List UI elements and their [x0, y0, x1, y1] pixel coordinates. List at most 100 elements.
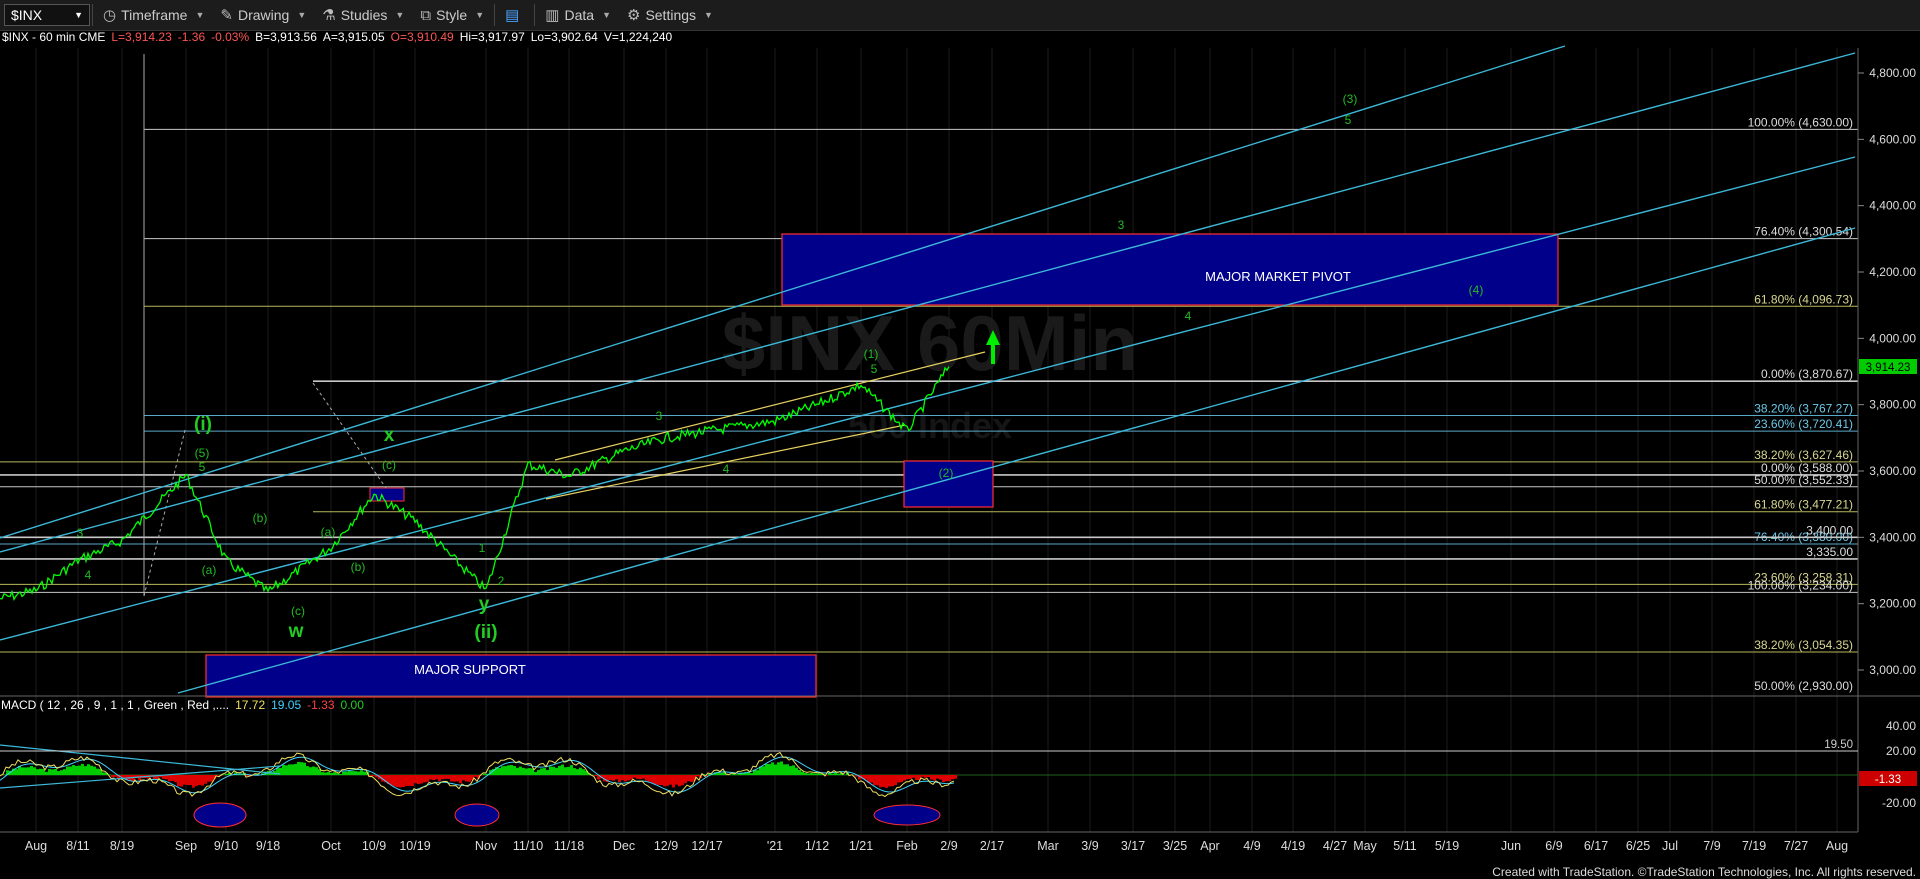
macd-histogram-bar	[225, 773, 228, 775]
x-tick-label: Feb	[896, 839, 918, 853]
macd-histogram-bar	[900, 775, 903, 783]
macd-histogram-bar	[420, 775, 423, 784]
macd-histogram-bar	[768, 764, 771, 775]
macd-histogram-bar	[216, 775, 219, 776]
macd-histogram-bar	[636, 775, 639, 779]
macd-histogram-bar	[372, 775, 375, 776]
macd-histogram-bar	[627, 775, 630, 781]
wave-label: (3)	[1343, 92, 1358, 106]
macd-histogram-bar	[465, 775, 468, 782]
macd-histogram-bar	[555, 767, 558, 775]
macd-histogram-bar	[399, 775, 402, 788]
macd-histogram-bar	[327, 771, 330, 775]
macd-histogram-bar	[27, 767, 30, 775]
macd-histogram-bar	[210, 775, 213, 782]
major-support-label: MAJOR SUPPORT	[414, 662, 526, 677]
y-tick-label: 3,800.00	[1869, 398, 1916, 412]
macd-histogram-bar	[93, 766, 96, 775]
macd-histogram-bar	[720, 772, 723, 775]
y-tick-label: 4,200.00	[1869, 265, 1916, 279]
y-tick-label: 3,200.00	[1869, 597, 1916, 611]
macd-histogram-bar	[780, 761, 783, 775]
macd-histogram-bar	[735, 774, 738, 775]
macd-histogram-bar	[444, 775, 447, 779]
macd-histogram-bar	[303, 762, 306, 775]
x-tick-label: May	[1353, 839, 1377, 853]
macd-histogram-bar	[750, 773, 753, 775]
wave-label: 3	[656, 409, 663, 423]
macd-histogram-bar	[195, 775, 198, 786]
wave-label: y	[479, 594, 490, 615]
macd-axis-label: 40.00	[1886, 719, 1916, 733]
x-tick-label: 1/21	[849, 839, 873, 853]
macd-histogram-bar	[657, 775, 660, 785]
macd-histogram-bar	[819, 773, 822, 775]
macd-histogram-bar	[876, 775, 879, 786]
x-tick-label: Nov	[475, 839, 498, 853]
macd-histogram-bar	[645, 775, 648, 781]
macd-title: MACD ( 12 , 26 , 9 , 1 , 1 , Green , Red…	[1, 698, 230, 712]
macd-histogram-bar	[954, 775, 957, 779]
y-tick-label: 4,800.00	[1869, 66, 1916, 80]
macd-value: 17.72	[235, 698, 266, 712]
macd-histogram-bar	[39, 768, 42, 775]
fib-level-label: 38.20% (3,054.35)	[1754, 638, 1853, 652]
x-tick-label: 3/17	[1121, 839, 1145, 853]
macd-histogram-bar	[291, 764, 294, 775]
macd-histogram-bar	[414, 775, 417, 784]
wave-label: (i)	[194, 414, 212, 435]
y-tick-label: 4,400.00	[1869, 199, 1916, 213]
macd-histogram-bar	[666, 775, 669, 786]
price-chart[interactable]: $INX 60Min 500 Index 100.00% (4,630.00) 7…	[0, 0, 1920, 879]
macd-histogram-bar	[906, 775, 909, 780]
macd-signal: 19.05	[271, 698, 302, 712]
macd-histogram-bar	[924, 775, 927, 778]
channel-line-inner	[0, 156, 1856, 641]
macd-histogram-bar	[165, 775, 168, 780]
macd-histogram-bar	[567, 766, 570, 775]
footer-credit: Created with TradeStation. ©TradeStation…	[1492, 865, 1916, 879]
macd-histogram-bar	[885, 775, 888, 788]
macd-histogram-bar	[36, 769, 39, 775]
macd-histogram-bar	[678, 775, 681, 787]
y-tick-label: 3,400.00	[1869, 530, 1916, 544]
macd-histogram-bar	[3, 774, 6, 775]
x-tick-label: 10/19	[399, 839, 430, 853]
price-series-line	[0, 366, 950, 601]
macd-histogram-bar	[663, 775, 666, 787]
macd-histogram-bar	[180, 775, 183, 787]
macd-histogram-bar	[573, 768, 576, 775]
macd-histogram-bar	[498, 767, 501, 775]
macd-histogram-bar	[201, 775, 204, 786]
macd-histogram-bar	[174, 775, 177, 783]
fib-level-label: 100.00% (4,630.00)	[1748, 115, 1853, 129]
macd-histogram-bar	[168, 775, 171, 782]
macd-histogram-bar	[870, 775, 873, 783]
macd-histogram-bar	[915, 775, 918, 781]
macd-histogram-bar	[315, 767, 318, 775]
macd-histogram-bar	[63, 769, 66, 775]
macd-histogram-bar	[570, 765, 573, 775]
x-tick-label: '21	[767, 839, 783, 853]
macd-histogram-bar	[474, 775, 477, 777]
macd-histogram-bar	[927, 775, 930, 778]
macd-histogram-bar	[795, 767, 798, 775]
macd-histogram-bar	[324, 772, 327, 775]
wave-label: (5)	[195, 446, 210, 460]
macd-histogram-bar	[393, 775, 396, 787]
macd-histogram-bar	[648, 775, 651, 782]
x-tick-label: 4/27	[1323, 839, 1347, 853]
macd-histogram-bar	[564, 767, 567, 775]
macd-histogram-bar	[312, 766, 315, 775]
macd-axis-label: -20.00	[1882, 796, 1916, 810]
x-tick-label: 11/18	[554, 839, 584, 853]
fib-level-label: 0.00% (3,870.67)	[1761, 367, 1853, 381]
macd-histogram-bar	[333, 772, 336, 775]
macd-histogram-bar	[357, 771, 360, 775]
macd-histogram-bar	[642, 775, 645, 779]
macd-histogram-bar	[813, 773, 816, 775]
macd-histogram-bar	[177, 775, 180, 787]
macd-histogram-bar	[546, 770, 549, 775]
x-tick-label: Jun	[1501, 839, 1521, 853]
x-tick-label: Apr	[1200, 839, 1219, 853]
